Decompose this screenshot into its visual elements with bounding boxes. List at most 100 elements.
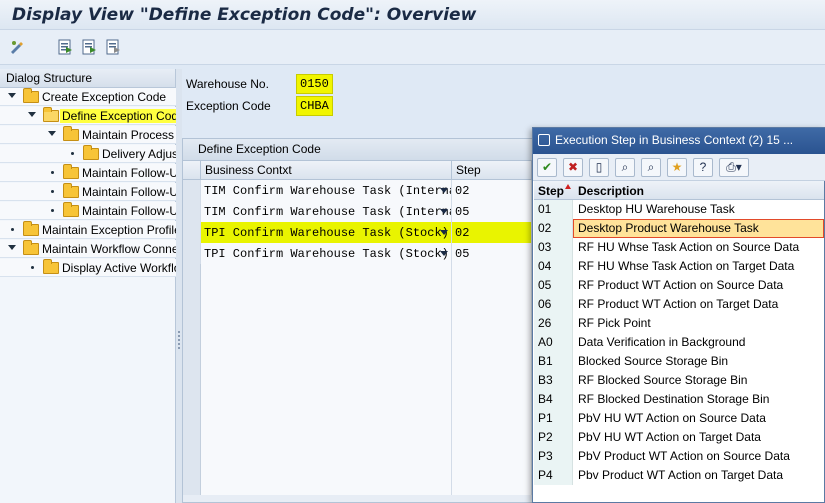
row-selector[interactable] — [183, 432, 201, 453]
list-item[interactable]: B4 RF Blocked Destination Storage Bin — [534, 390, 824, 409]
tree-item-create-exception-code[interactable]: Create Exception Code — [0, 88, 176, 106]
list-item[interactable]: 26 RF Pick Point — [534, 314, 824, 333]
empty-row[interactable] — [183, 411, 535, 432]
cancel-icon[interactable]: ✖ — [563, 158, 583, 177]
business-context-cell[interactable]: TIM Confirm Warehouse Task (Internal) — [201, 180, 452, 201]
dropdown-arrow-icon[interactable] — [440, 209, 448, 214]
table-row[interactable]: TIM Confirm Warehouse Task (Internal) 05 — [183, 201, 535, 222]
column-header-business-context[interactable]: Business Contxt — [201, 161, 452, 180]
list-item[interactable]: B3 RF Blocked Source Storage Bin — [534, 371, 824, 390]
empty-cell[interactable] — [201, 285, 452, 306]
select-block-icon[interactable] — [80, 38, 98, 56]
expand-arrow-icon[interactable] — [8, 93, 16, 98]
list-item[interactable]: 03 RF HU Whse Task Action on Source Data — [534, 238, 824, 257]
table-row[interactable]: TIM Confirm Warehouse Task (Internal) 02 — [183, 180, 535, 201]
check-icon[interactable]: ✔ — [537, 158, 557, 177]
empty-row[interactable] — [183, 369, 535, 390]
print-icon[interactable]: ⎙▾ — [719, 158, 749, 177]
empty-cell[interactable] — [201, 453, 452, 474]
column-header-step[interactable]: Step — [452, 161, 532, 180]
row-selector[interactable] — [183, 201, 201, 222]
empty-row[interactable] — [183, 390, 535, 411]
empty-row[interactable] — [183, 285, 535, 306]
row-selector[interactable] — [183, 390, 201, 411]
empty-row[interactable] — [183, 348, 535, 369]
find-next-icon[interactable]: ⌕ — [641, 158, 661, 177]
expand-arrow-icon[interactable] — [48, 131, 56, 136]
display-change-icon[interactable] — [8, 38, 26, 56]
warehouse-field[interactable]: 0150 — [296, 74, 333, 94]
dropdown-arrow-icon[interactable] — [440, 188, 448, 193]
list-item[interactable]: P2 PbV HU WT Action on Target Data — [534, 428, 824, 447]
list-item[interactable]: 05 RF Product WT Action on Source Data — [534, 276, 824, 295]
new-icon[interactable]: ▯ — [589, 158, 609, 177]
list-item[interactable]: 04 RF HU Whse Task Action on Target Data — [534, 257, 824, 276]
column-header-step[interactable]: Step — [538, 184, 564, 198]
list-item[interactable]: P1 PbV HU WT Action on Source Data — [534, 409, 824, 428]
list-item[interactable]: B1 Blocked Source Storage Bin — [534, 352, 824, 371]
empty-row[interactable] — [183, 474, 535, 495]
tree-item-maintain-workflow-connection[interactable]: Maintain Workflow Connection — [0, 240, 176, 258]
empty-cell[interactable] — [452, 369, 532, 390]
row-selector[interactable] — [183, 369, 201, 390]
row-selector[interactable] — [183, 222, 201, 243]
empty-cell[interactable] — [201, 348, 452, 369]
empty-cell[interactable] — [201, 474, 452, 495]
step-cell[interactable]: 02 — [452, 222, 532, 243]
empty-cell[interactable] — [201, 411, 452, 432]
tree-item-maintain-exception-profile[interactable]: Maintain Exception Profile — [0, 221, 176, 239]
tree-item-maintain-follow-up[interactable]: Maintain Follow-Up — [0, 202, 176, 220]
dropdown-arrow-icon[interactable] — [440, 251, 448, 256]
empty-cell[interactable] — [452, 264, 532, 285]
tree-item-maintain-follow-up[interactable]: Maintain Follow-Up — [0, 183, 176, 201]
table-row-highlighted[interactable]: TPI Confirm Warehouse Task (Stock) 02 — [183, 222, 535, 243]
row-selector[interactable] — [183, 264, 201, 285]
select-all-icon[interactable] — [56, 38, 74, 56]
empty-cell[interactable] — [452, 453, 532, 474]
step-cell[interactable]: 05 — [452, 243, 532, 264]
empty-row[interactable] — [183, 306, 535, 327]
tree-item-maintain-follow-up[interactable]: Maintain Follow-Up — [0, 164, 176, 182]
empty-cell[interactable] — [201, 327, 452, 348]
exception-code-field[interactable]: CHBA — [296, 96, 333, 116]
business-context-cell[interactable]: TIM Confirm Warehouse Task (Internal) — [201, 201, 452, 222]
tree-item-maintain-process[interactable]: Maintain Process — [0, 126, 176, 144]
row-selector[interactable] — [183, 348, 201, 369]
row-selector[interactable] — [183, 285, 201, 306]
help-icon[interactable]: ? — [693, 158, 713, 177]
empty-cell[interactable] — [201, 432, 452, 453]
row-selector[interactable] — [183, 474, 201, 495]
deselect-all-icon[interactable] — [104, 38, 122, 56]
empty-cell[interactable] — [201, 369, 452, 390]
empty-cell[interactable] — [452, 306, 532, 327]
popup-title-bar[interactable]: Execution Step in Business Context (2) 1… — [533, 128, 825, 154]
expand-arrow-icon[interactable] — [8, 245, 16, 250]
row-selector[interactable] — [183, 306, 201, 327]
table-row[interactable]: TPI Confirm Warehouse Task (Stock) 05 — [183, 243, 535, 264]
empty-cell[interactable] — [201, 264, 452, 285]
list-item[interactable]: 06 RF Product WT Action on Target Data — [534, 295, 824, 314]
row-selector[interactable] — [183, 327, 201, 348]
business-context-cell[interactable]: TPI Confirm Warehouse Task (Stock) — [201, 222, 452, 243]
step-cell[interactable]: 02 — [452, 180, 532, 201]
list-item[interactable]: P4 Pbv Product WT Action on Target Data — [534, 466, 824, 485]
expand-arrow-icon[interactable] — [28, 112, 36, 117]
list-item[interactable]: P3 PbV Product WT Action on Source Data — [534, 447, 824, 466]
empty-cell[interactable] — [452, 327, 532, 348]
empty-cell[interactable] — [201, 306, 452, 327]
empty-cell[interactable] — [452, 285, 532, 306]
find-icon[interactable]: ⌕ — [615, 158, 635, 177]
step-cell[interactable]: 05 — [452, 201, 532, 222]
tree-item-display-active-workflow[interactable]: Display Active Workflow — [0, 259, 176, 277]
favorites-icon[interactable]: ★ — [667, 158, 687, 177]
row-selector[interactable] — [183, 411, 201, 432]
list-item[interactable]: A0 Data Verification in Background — [534, 333, 824, 352]
list-item-selected[interactable]: 02 Desktop Product Warehouse Task — [534, 219, 824, 238]
empty-row[interactable] — [183, 453, 535, 474]
row-selector[interactable] — [183, 180, 201, 201]
column-header-description[interactable]: Description — [578, 184, 644, 198]
tree-item-delivery-adjustment[interactable]: Delivery Adjustment — [0, 145, 176, 163]
empty-row[interactable] — [183, 327, 535, 348]
dropdown-arrow-icon[interactable] — [440, 230, 448, 235]
empty-cell[interactable] — [452, 348, 532, 369]
